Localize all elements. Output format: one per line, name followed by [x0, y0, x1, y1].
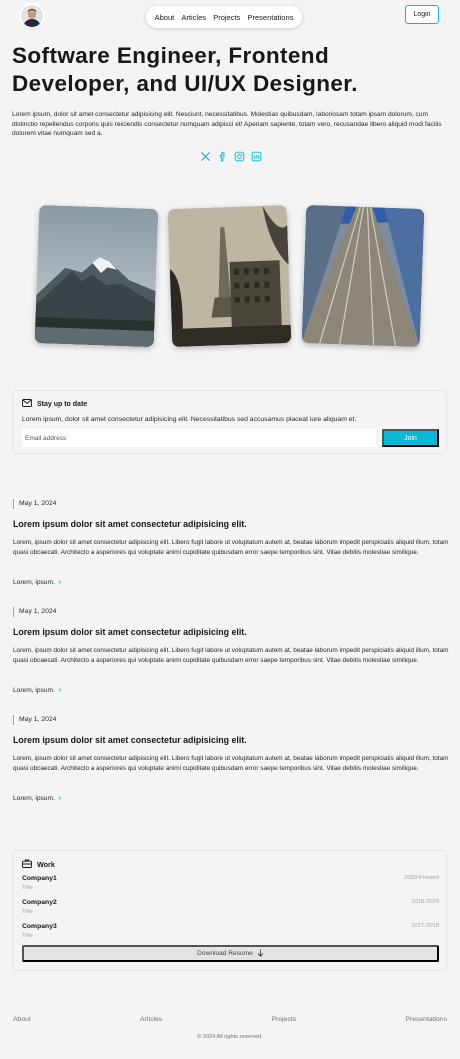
social-links [199, 150, 262, 162]
footer-link-projects[interactable]: Projects [272, 1016, 297, 1023]
article-excerpt: Lorem, ipsum dolor sit amet consectetur … [13, 539, 449, 556]
article-title[interactable]: Lorem ipsum dolor sit amet consectetur a… [13, 735, 247, 745]
download-resume-label: Download Resume [197, 950, 253, 957]
site-header: About Articles Projects Presentations Lo… [0, 0, 460, 36]
job-company: Company2 [22, 899, 57, 906]
email-field[interactable]: Email address [22, 429, 376, 447]
job-company: Company1 [22, 875, 57, 882]
article-date: May 1, 2024 [13, 499, 56, 509]
footer-nav: About Articles Projects Presentations [13, 1016, 447, 1023]
arrow-down-icon [257, 949, 264, 959]
photo-mountain [34, 204, 159, 348]
newsletter-card: Stay up to date Lorem ipsum, dolor sit a… [12, 390, 447, 454]
briefcase-icon [22, 859, 32, 870]
nav-link-about[interactable]: About [155, 13, 175, 22]
read-more-link[interactable]: Lorem, ipsum. › [13, 687, 61, 694]
job-years: 2020-Present [404, 875, 439, 881]
newsletter-text: Lorem ipsum, dolor sit amet consectetur … [22, 416, 357, 423]
join-button[interactable]: Join [382, 429, 439, 447]
read-more-link[interactable]: Lorem, ipsum. › [13, 579, 61, 586]
article-title[interactable]: Lorem ipsum dolor sit amet consectetur a… [13, 627, 247, 637]
footer-link-about[interactable]: About [13, 1016, 31, 1023]
footer-link-articles[interactable]: Articles [140, 1016, 162, 1023]
article-title[interactable]: Lorem ipsum dolor sit amet consectetur a… [13, 519, 247, 529]
facebook-icon[interactable] [216, 150, 228, 162]
job-entry: Company1 Title 2020-Present [22, 875, 439, 895]
job-years: 2018-2020 [411, 899, 439, 905]
main-nav: About Articles Projects Presentations [146, 6, 302, 28]
article-excerpt: Lorem, ipsum dolor sit amet consectetur … [13, 647, 449, 664]
work-header: Work [22, 859, 55, 870]
instagram-icon[interactable] [233, 150, 245, 162]
linkedin-icon[interactable] [250, 150, 262, 162]
hero-text: Lorem ipsum, dolor sit amet consectetur … [12, 111, 442, 138]
chevron-right-icon: › [58, 579, 62, 586]
work-title: Work [37, 860, 55, 869]
job-title: Title [22, 933, 33, 939]
newsletter-header: Stay up to date [22, 399, 87, 409]
article-date: May 1, 2024 [13, 607, 56, 617]
job-title: Title [22, 909, 33, 915]
copyright: © 2024 All rights reserved. [197, 1034, 263, 1040]
login-button[interactable]: Login [405, 5, 439, 24]
photo-eiffel-tower [167, 204, 292, 348]
photo-railway [301, 204, 425, 348]
work-card: Work Company1 Title 2020-Present Company… [12, 850, 447, 971]
job-title: Title [22, 885, 33, 891]
avatar[interactable] [21, 5, 43, 27]
read-more-label: Lorem, ipsum. [13, 579, 55, 586]
read-more-link[interactable]: Lorem, ipsum. › [13, 795, 61, 802]
job-entry: Company3 Title 2017-2018 [22, 923, 439, 943]
article-date: May 1, 2024 [13, 715, 56, 725]
article-excerpt: Lorem, ipsum dolor sit amet consectetur … [13, 755, 449, 772]
newsletter-title: Stay up to date [37, 400, 88, 408]
chevron-right-icon: › [58, 687, 62, 694]
hero-title: Software Engineer, Frontend Developer, a… [12, 43, 358, 96]
job-entry: Company2 Title 2018-2020 [22, 899, 439, 919]
read-more-label: Lorem, ipsum. [13, 687, 55, 694]
x-icon[interactable] [199, 150, 211, 162]
mail-icon [22, 399, 32, 409]
read-more-label: Lorem, ipsum. [13, 795, 55, 802]
download-resume-button[interactable]: Download Resume [22, 945, 439, 962]
footer-link-presentations[interactable]: Presentations [405, 1016, 447, 1023]
job-company: Company3 [22, 923, 57, 930]
chevron-right-icon: › [58, 795, 62, 802]
nav-link-articles[interactable]: Articles [181, 13, 206, 22]
nav-link-projects[interactable]: Projects [213, 13, 240, 22]
nav-link-presentations[interactable]: Presentations [248, 13, 294, 22]
job-years: 2017-2018 [411, 923, 439, 929]
